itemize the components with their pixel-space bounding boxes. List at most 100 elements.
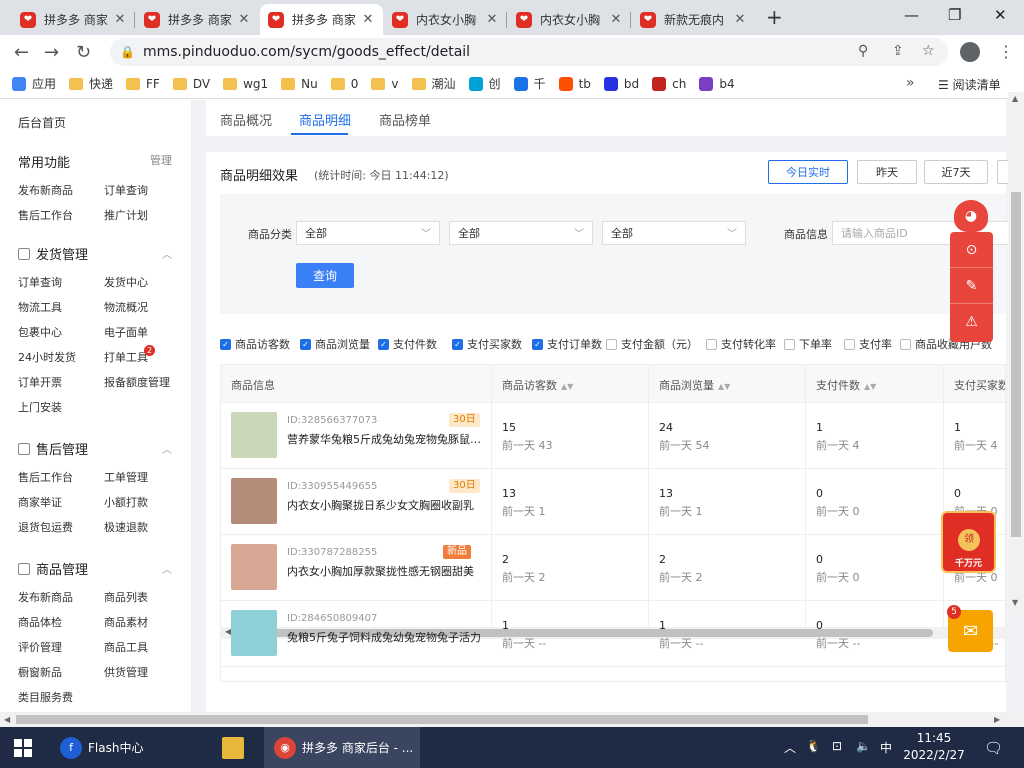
mascot-icon[interactable]: ◕: [954, 200, 988, 232]
sidebar-item[interactable]: 供货管理: [104, 664, 148, 680]
maximize-button[interactable]: ❐: [948, 6, 961, 24]
close-icon[interactable]: ✕: [113, 12, 127, 27]
checkbox[interactable]: [706, 338, 717, 350]
sort-icon[interactable]: ▲▼: [718, 382, 730, 391]
page-scroll-right-icon[interactable]: ▶: [994, 715, 1000, 724]
profile-avatar[interactable]: [960, 42, 980, 62]
close-icon[interactable]: ✕: [485, 12, 499, 27]
bookmark-item[interactable]: DV: [172, 77, 210, 91]
scroll-down-icon[interactable]: ▼: [1012, 598, 1018, 607]
page-scroll-left-icon[interactable]: ◀: [4, 715, 10, 724]
bookmark-item[interactable]: 应用: [12, 75, 56, 92]
taskbar-explorer[interactable]: [222, 727, 252, 768]
notification-icon[interactable]: 🗨: [984, 739, 1003, 757]
bookmark-item[interactable]: Nu: [281, 77, 318, 91]
close-icon[interactable]: ✕: [361, 12, 375, 27]
sidebar-item[interactable]: 报备额度管理: [104, 374, 170, 390]
sidebar-item[interactable]: 退货包运费: [18, 519, 73, 535]
product-name[interactable]: 兔粮5斤兔子饲料成兔幼兔宠物兔子活力: [287, 629, 481, 645]
table-row[interactable]: ID:328566377073 营养蒙华兔粮5斤成兔幼兔宠物兔豚鼠饲料 30日 15 前…: [221, 403, 1005, 469]
sidebar-item[interactable]: 小额打款: [104, 494, 148, 510]
close-window-button[interactable]: ✕: [994, 6, 1007, 24]
checkbox[interactable]: ✓: [220, 338, 231, 350]
metric-checkbox[interactable]: 下单率: [784, 336, 832, 352]
volume-icon[interactable]: 🔈: [856, 739, 871, 753]
sidebar-section-3[interactable]: 商品管理: [18, 559, 88, 578]
bookmark-item[interactable]: bd: [603, 76, 639, 91]
sidebar-item[interactable]: 发布新商品: [18, 589, 73, 605]
sidebar-home[interactable]: 后台首页: [18, 114, 66, 131]
sidebar-item[interactable]: 物流概况: [104, 299, 148, 315]
bookmark-item[interactable]: tb: [558, 76, 591, 91]
product-name[interactable]: 内衣女小胸加厚款聚拢性感无钢圈甜美: [287, 563, 481, 579]
page-horizontal-scrollbar[interactable]: ◀ ▶: [0, 712, 1024, 727]
share-icon[interactable]: ⇪: [892, 43, 904, 59]
browser-tab[interactable]: ❤ 内衣女小胸 ✕: [508, 4, 631, 35]
sidebar-section-2[interactable]: 售后管理: [18, 439, 88, 458]
today-button[interactable]: 今日实时: [768, 160, 848, 184]
bookmark-star-icon[interactable]: ☆: [922, 43, 935, 59]
windows-start-icon[interactable]: [14, 739, 32, 757]
metric-checkbox[interactable]: ✓ 商品访客数: [220, 336, 290, 352]
bookmark-item[interactable]: FF: [126, 77, 160, 91]
checkbox[interactable]: [606, 338, 617, 350]
checkbox[interactable]: [784, 338, 795, 350]
bookmark-item[interactable]: 潮汕: [411, 75, 456, 92]
chevron-up-icon[interactable]: ︿: [162, 441, 172, 456]
edit-icon[interactable]: ✎: [950, 268, 993, 304]
checkbox[interactable]: [900, 338, 911, 350]
red-packet-promo[interactable]: 领 千万元: [941, 511, 996, 573]
bookmark-item[interactable]: 快递: [69, 75, 113, 92]
browser-tab[interactable]: ❤ 拼多多 商家 ✕: [136, 4, 259, 35]
product-thumbnail[interactable]: [231, 610, 277, 656]
bookmarks-more-icon[interactable]: »: [906, 75, 915, 91]
reading-list[interactable]: ☰ 阅读清单: [938, 76, 1001, 93]
table-row[interactable]: ID:284650809407 兔粮5斤兔子饲料成兔幼兔宠物兔子活力 1 前一天 --…: [221, 601, 1005, 667]
sidebar-item[interactable]: 橱窗新品: [18, 664, 62, 680]
last7days-button[interactable]: 近7天: [924, 160, 988, 184]
bookmark-item[interactable]: ch: [652, 76, 686, 91]
taskbar-flash-app[interactable]: f Flash中心: [60, 727, 200, 768]
bookmark-item[interactable]: 创: [468, 75, 501, 92]
sidebar-manage-link[interactable]: 管理: [150, 152, 172, 168]
sidebar-item[interactable]: 电子面单: [104, 324, 148, 340]
checkbox[interactable]: ✓: [452, 338, 463, 350]
zoom-icon[interactable]: ⚲: [858, 43, 868, 59]
sidebar-item[interactable]: 评价管理: [18, 639, 62, 655]
tab-detail[interactable]: 商品明细: [299, 110, 351, 129]
metric-checkbox[interactable]: ✓ 支付订单数: [532, 336, 602, 352]
metric-checkbox[interactable]: ✓ 商品浏览量: [300, 336, 370, 352]
sidebar-item[interactable]: 售后工作台: [18, 207, 73, 223]
close-icon[interactable]: ✕: [733, 12, 747, 27]
sidebar-item[interactable]: 订单查询: [18, 274, 62, 290]
chevron-up-icon[interactable]: ︿: [162, 246, 172, 261]
network-icon[interactable]: ⊡: [832, 739, 842, 753]
page-scroll-thumb[interactable]: [1011, 192, 1021, 537]
forward-icon[interactable]: →: [44, 42, 59, 63]
sidebar-item[interactable]: 订单开票: [18, 374, 62, 390]
taskbar-chrome-app[interactable]: ◉ 拼多多 商家后台 - ...: [264, 727, 420, 768]
table-header-cell[interactable]: 支付件数 ▲▼: [816, 377, 876, 393]
category-select-1[interactable]: 全部 ﹀: [296, 221, 440, 245]
scroll-up-icon[interactable]: ▲: [1012, 94, 1018, 103]
checkbox[interactable]: ✓: [378, 338, 389, 350]
sidebar-item[interactable]: 商家举证: [18, 494, 62, 510]
sidebar-item[interactable]: 极速退款: [104, 519, 148, 535]
checkbox[interactable]: ✓: [532, 338, 543, 350]
table-header-cell[interactable]: 商品浏览量 ▲▼: [659, 377, 730, 393]
product-thumbnail[interactable]: [231, 478, 277, 524]
yesterday-button[interactable]: 昨天: [857, 160, 917, 184]
sidebar-item[interactable]: 打单工具: [104, 349, 148, 365]
category-select-3[interactable]: 全部 ﹀: [602, 221, 746, 245]
reload-icon[interactable]: ↻: [76, 42, 91, 63]
browser-tab[interactable]: ❤ 新款无痕内 ✕: [632, 4, 755, 35]
tray-chevron-icon[interactable]: ︿: [784, 739, 796, 756]
sort-icon[interactable]: ▲▼: [561, 382, 573, 391]
table-row[interactable]: ID:330787288255 内衣女小胸加厚款聚拢性感无钢圈甜美 新品 2 前一天 2…: [221, 535, 1005, 601]
sort-icon[interactable]: ▲▼: [864, 382, 876, 391]
sidebar-item[interactable]: 订单查询: [104, 182, 148, 198]
close-icon[interactable]: ✕: [609, 12, 623, 27]
checkbox[interactable]: ✓: [300, 338, 311, 350]
browser-tab[interactable]: ❤ 拼多多 商家 ✕: [12, 4, 135, 35]
product-thumbnail[interactable]: [231, 544, 277, 590]
